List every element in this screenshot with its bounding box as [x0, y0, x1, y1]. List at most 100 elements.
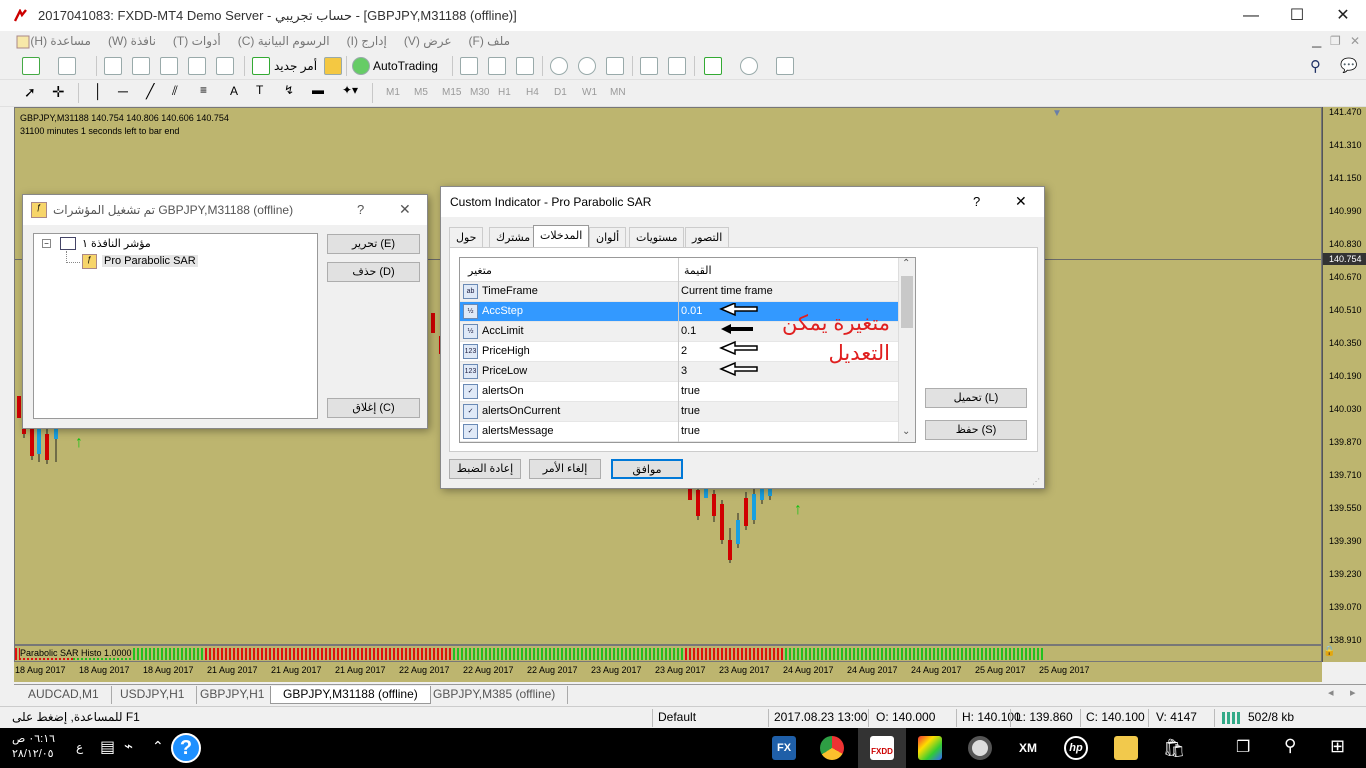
start-windows-icon[interactable]: ⊞: [1330, 736, 1345, 757]
menu-item[interactable]: الرسوم البيانية (C): [238, 34, 330, 48]
param-value[interactable]: 2: [681, 345, 687, 357]
folder-icon[interactable]: [160, 57, 178, 75]
tile-windows-icon[interactable]: [606, 57, 624, 75]
hp-app-icon[interactable]: hp: [1064, 736, 1088, 760]
mdi-minimize-icon[interactable]: ▁: [1312, 34, 1321, 48]
reset-button[interactable]: إعادة الضبط: [449, 459, 521, 479]
indicators-help-button[interactable]: ?: [357, 202, 364, 217]
tab-common[interactable]: مشترك: [489, 227, 538, 247]
webcam-app-icon[interactable]: [968, 736, 992, 760]
tab-colors[interactable]: ألوان: [589, 227, 627, 247]
taskbar-clock[interactable]: ٠٦:١٦ ص ٢٨/١٢/٠٥: [12, 732, 55, 762]
delete-button[interactable]: حذف (D): [327, 262, 420, 282]
maximize-button[interactable]: ☐: [1274, 0, 1320, 31]
indicators-icon[interactable]: [704, 57, 722, 75]
input-row-alertsoncurrent[interactable]: ✓ alertsOnCurrent true: [460, 402, 898, 422]
custom-close-x-button[interactable]: ✕: [1015, 193, 1027, 210]
fxdd-app-icon[interactable]: FXDD: [870, 736, 894, 760]
timeframe-w1[interactable]: W1: [582, 87, 597, 98]
text-icon[interactable]: A: [230, 84, 238, 98]
grid-scrollbar[interactable]: ⌃ ⌄: [898, 258, 915, 442]
metaeditor-icon[interactable]: [324, 57, 342, 75]
param-value[interactable]: 0.1: [681, 325, 696, 337]
autotrading-icon[interactable]: [352, 57, 370, 75]
cancel-button[interactable]: إلغاء الأمر: [529, 459, 601, 479]
indicators-close-x-button[interactable]: ✕: [399, 201, 411, 218]
xm-app-icon[interactable]: XM: [1016, 736, 1040, 760]
autotrading-button[interactable]: AutoTrading: [373, 59, 438, 73]
load-button[interactable]: تحميل (L): [925, 388, 1027, 408]
tab-scroll-right-icon[interactable]: ▸: [1350, 686, 1356, 699]
tab-visualization[interactable]: التصور: [685, 227, 730, 247]
crosshair-icon[interactable]: ✛: [52, 83, 65, 101]
tree-collapse-icon[interactable]: −: [42, 239, 51, 248]
tree-root-label[interactable]: مؤشر النافذة ١: [82, 237, 151, 250]
save-button[interactable]: حفظ (S): [925, 420, 1027, 440]
templates-icon[interactable]: [776, 57, 794, 75]
notification-icon[interactable]: ▤: [100, 737, 115, 757]
tester-icon[interactable]: [216, 57, 234, 75]
profiles-icon[interactable]: [58, 57, 76, 75]
tab-inputs[interactable]: المدخلات: [533, 225, 590, 247]
tab-scroll-left-icon[interactable]: ◂: [1328, 686, 1334, 699]
shapes-icon[interactable]: ✦▾: [342, 83, 358, 97]
search-icon[interactable]: ⚲: [1310, 57, 1321, 75]
timeframe-mn[interactable]: MN: [610, 87, 626, 98]
chrome-icon[interactable]: [820, 736, 844, 760]
tab-levels[interactable]: مستويات: [629, 227, 685, 247]
arrows-icon[interactable]: ↯: [284, 83, 294, 97]
param-value[interactable]: 0.01: [681, 305, 702, 317]
timeframe-m30[interactable]: M30: [470, 87, 489, 98]
chart-tab[interactable]: GBPJPY,M385 (offline): [421, 686, 569, 704]
chart-tab[interactable]: AUDCAD,M1: [16, 686, 112, 704]
minimize-button[interactable]: —: [1228, 0, 1274, 31]
language-indicator[interactable]: ع: [76, 740, 83, 754]
scroll-thumb[interactable]: [901, 276, 913, 328]
input-row-alertsmessage[interactable]: ✓ alertsMessage true: [460, 422, 898, 442]
timeframe-h4[interactable]: H4: [526, 87, 539, 98]
navigator-move-icon[interactable]: [132, 57, 150, 75]
mdi-restore-icon[interactable]: ❐: [1330, 34, 1341, 48]
timeframe-m1[interactable]: M1: [386, 87, 400, 98]
task-view-icon[interactable]: ❐: [1236, 737, 1250, 757]
input-row-timeframe[interactable]: ab TimeFrame Current time frame: [460, 282, 898, 302]
store-icon[interactable]: 🛍: [1162, 736, 1186, 760]
help-icon[interactable]: ?: [171, 733, 201, 763]
cursor-icon[interactable]: ➚: [24, 84, 36, 101]
close-button[interactable]: إغلاق (C): [327, 398, 420, 418]
candlestick-icon[interactable]: [488, 57, 506, 75]
timeframe-m5[interactable]: M5: [414, 87, 428, 98]
close-window-button[interactable]: ✕: [1320, 0, 1366, 31]
timeframe-h1[interactable]: H1: [498, 87, 511, 98]
file-explorer-icon[interactable]: [1114, 736, 1138, 760]
rectangle-icon[interactable]: ▬: [312, 83, 324, 97]
zoom-out-icon[interactable]: [578, 57, 596, 75]
new-order-icon[interactable]: [252, 57, 270, 75]
chart-shift-icon[interactable]: [668, 57, 686, 75]
column-variable-header[interactable]: متغير: [468, 264, 492, 277]
bar-chart-icon[interactable]: [460, 57, 478, 75]
fx-app-icon[interactable]: FX: [772, 736, 796, 760]
param-value[interactable]: true: [681, 385, 700, 397]
indicators-tree[interactable]: − مؤشر النافذة ١ ƒ Pro Parabolic SAR: [33, 233, 318, 419]
chat-icon[interactable]: 💬: [1340, 57, 1357, 74]
paint-app-icon[interactable]: [918, 736, 942, 760]
market-watch-icon[interactable]: [104, 57, 122, 75]
power-icon[interactable]: ⌁: [124, 737, 133, 755]
param-value[interactable]: 3: [681, 365, 687, 377]
column-value-header[interactable]: القيمة: [684, 264, 712, 277]
periods-clock-icon[interactable]: [740, 57, 758, 75]
menu-item[interactable]: أدوات (T): [173, 34, 221, 48]
new-order-button[interactable]: أمر جديد: [274, 59, 317, 73]
hidden-icons-chevron-icon[interactable]: ⌃: [152, 738, 164, 755]
param-value[interactable]: true: [681, 405, 700, 417]
menu-item[interactable]: مساعدة (H): [30, 34, 91, 48]
scroll-up-icon[interactable]: ⌃: [902, 258, 910, 269]
custom-help-button[interactable]: ?: [973, 194, 980, 209]
terminal-icon[interactable]: [188, 57, 206, 75]
param-value[interactable]: true: [681, 425, 700, 437]
mdi-close-icon[interactable]: ✕: [1350, 34, 1360, 48]
chart-tab[interactable]: GBPJPY,H1: [188, 686, 278, 704]
horizontal-line-icon[interactable]: ─: [118, 83, 128, 99]
fibonacci-icon[interactable]: ≡: [200, 83, 207, 97]
